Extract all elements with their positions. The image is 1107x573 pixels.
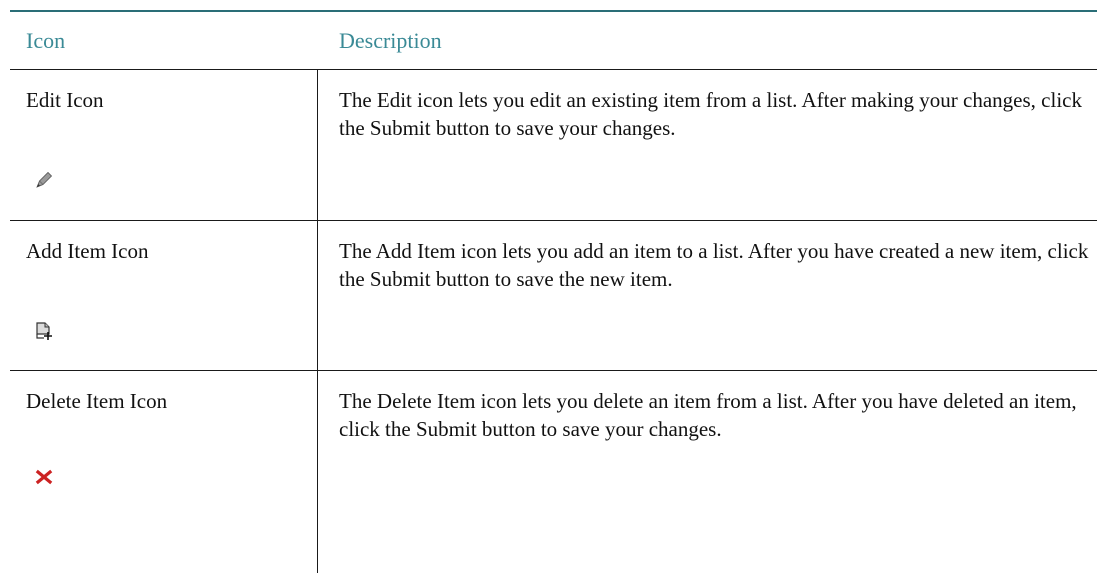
table-row-edit: Edit Icon The Edit icon lets you edit an…	[10, 70, 1097, 221]
row-name: Edit Icon	[26, 88, 104, 112]
row-name: Delete Item Icon	[26, 389, 168, 413]
table-row-delete-item: Delete Item Icon The Delete Item icon le…	[10, 371, 1097, 573]
pencil-icon	[34, 170, 54, 190]
table-header: Icon Description	[10, 10, 1097, 70]
row-description: The Edit icon lets you edit an existing …	[339, 88, 1082, 140]
table-row-add-item: Add Item Icon The Add Item icon lets you…	[10, 221, 1097, 371]
red-x-icon	[34, 467, 54, 487]
row-description: The Delete Item icon lets you delete an …	[339, 389, 1077, 441]
column-header-icon: Icon	[26, 28, 66, 53]
column-header-description: Description	[339, 28, 442, 53]
icon-description-table: Icon Description Edit Icon The Edit icon…	[0, 0, 1107, 573]
row-name: Add Item Icon	[26, 239, 149, 263]
add-document-icon	[34, 321, 54, 341]
row-description: The Add Item icon lets you add an item t…	[339, 239, 1089, 291]
